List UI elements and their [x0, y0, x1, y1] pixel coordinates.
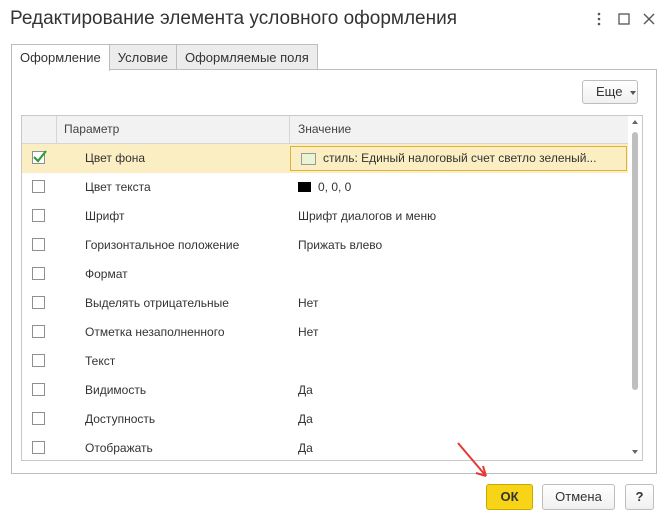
tab-formatted-fields[interactable]: Оформляемые поля	[175, 44, 318, 69]
param-name: Текст	[85, 354, 116, 368]
param-value[interactable]: Да	[298, 434, 313, 460]
param-value[interactable]: Да	[298, 405, 313, 434]
table-row[interactable]: Отображать Да	[22, 434, 628, 460]
dialog-title: Редактирование элемента условного оформл…	[10, 8, 458, 29]
table-row[interactable]: Горизонтальное положение Прижать влево	[22, 231, 628, 260]
table-row[interactable]: Отметка незаполненного Нет	[22, 318, 628, 347]
param-name: Выделять отрицательные	[85, 296, 229, 310]
row-checkbox[interactable]	[32, 238, 45, 251]
param-name: Формат	[85, 267, 128, 281]
row-checkbox[interactable]	[32, 150, 47, 164]
row-checkbox[interactable]	[32, 296, 45, 309]
param-value: 0, 0, 0	[318, 180, 352, 194]
param-name: Горизонтальное положение	[85, 238, 240, 252]
more-button-label: Еще	[596, 84, 623, 99]
row-checkbox[interactable]	[32, 209, 45, 222]
checkmark-icon	[33, 150, 47, 163]
scrollbar-thumb[interactable]	[632, 132, 638, 390]
row-checkbox[interactable]	[32, 412, 45, 425]
row-checkbox[interactable]	[32, 325, 45, 338]
color-swatch	[301, 153, 316, 165]
vertical-scrollbar[interactable]	[628, 116, 642, 460]
table-row[interactable]: Выделять отрицательные Нет	[22, 289, 628, 318]
param-name: Цвет фона	[85, 151, 146, 165]
row-checkbox[interactable]	[32, 180, 45, 193]
table-row[interactable]: Цвет фона стиль: Единый налоговый счет с…	[22, 144, 628, 173]
tab-formatting[interactable]: Оформление	[11, 44, 110, 71]
cancel-button[interactable]: Отмена	[542, 484, 615, 510]
header-parameter[interactable]: Параметр	[57, 116, 290, 143]
row-checkbox[interactable]	[32, 441, 45, 454]
tab-strip: Оформление Условие Оформляемые поля	[11, 44, 318, 71]
scroll-down-icon[interactable]	[632, 450, 638, 454]
param-value[interactable]: Прижать влево	[298, 231, 382, 260]
param-name: Отображать	[85, 441, 153, 455]
row-checkbox[interactable]	[32, 267, 45, 280]
parameters-table: Параметр Значение Цвет фона стиль: Едины…	[21, 115, 643, 461]
param-value[interactable]: Да	[298, 376, 313, 405]
param-value[interactable]: Нет	[298, 318, 318, 347]
row-checkbox[interactable]	[32, 354, 45, 367]
table-row[interactable]: Доступность Да	[22, 405, 628, 434]
param-name: Цвет текста	[85, 180, 151, 194]
param-value[interactable]: Шрифт диалогов и меню	[298, 202, 436, 231]
chevron-down-icon	[630, 91, 636, 95]
tab-condition[interactable]: Условие	[108, 44, 177, 69]
param-name: Видимость	[85, 383, 147, 397]
help-button[interactable]: ?	[625, 484, 654, 510]
table-header: Параметр Значение	[22, 116, 628, 144]
param-value[interactable]: Нет	[298, 289, 318, 318]
value-cell[interactable]: 0, 0, 0	[298, 173, 351, 202]
table-row[interactable]: Текст	[22, 347, 628, 376]
header-value[interactable]: Значение	[290, 116, 628, 143]
table-row[interactable]: Шрифт Шрифт диалогов и меню	[22, 202, 628, 231]
close-icon[interactable]	[640, 10, 658, 28]
table-row[interactable]: Видимость Да	[22, 376, 628, 405]
maximize-icon[interactable]	[615, 10, 633, 28]
table-row[interactable]: Цвет текста 0, 0, 0	[22, 173, 628, 202]
row-checkbox[interactable]	[32, 383, 45, 396]
ok-button[interactable]: ОК	[486, 484, 533, 510]
value-field[interactable]: стиль: Единый налоговый счет светло зеле…	[290, 146, 627, 171]
scroll-up-icon[interactable]	[632, 120, 638, 124]
more-button[interactable]: Еще	[582, 80, 638, 104]
param-name: Доступность	[85, 412, 156, 426]
param-value: стиль: Единый налоговый счет светло зеле…	[323, 151, 597, 165]
more-vertical-icon[interactable]	[590, 10, 608, 28]
color-swatch	[298, 182, 311, 192]
param-name: Шрифт	[85, 209, 125, 223]
param-name: Отметка незаполненного	[85, 325, 225, 339]
table-row[interactable]: Формат	[22, 260, 628, 289]
header-check-column	[22, 116, 57, 143]
annotation-arrow-icon	[457, 442, 487, 477]
